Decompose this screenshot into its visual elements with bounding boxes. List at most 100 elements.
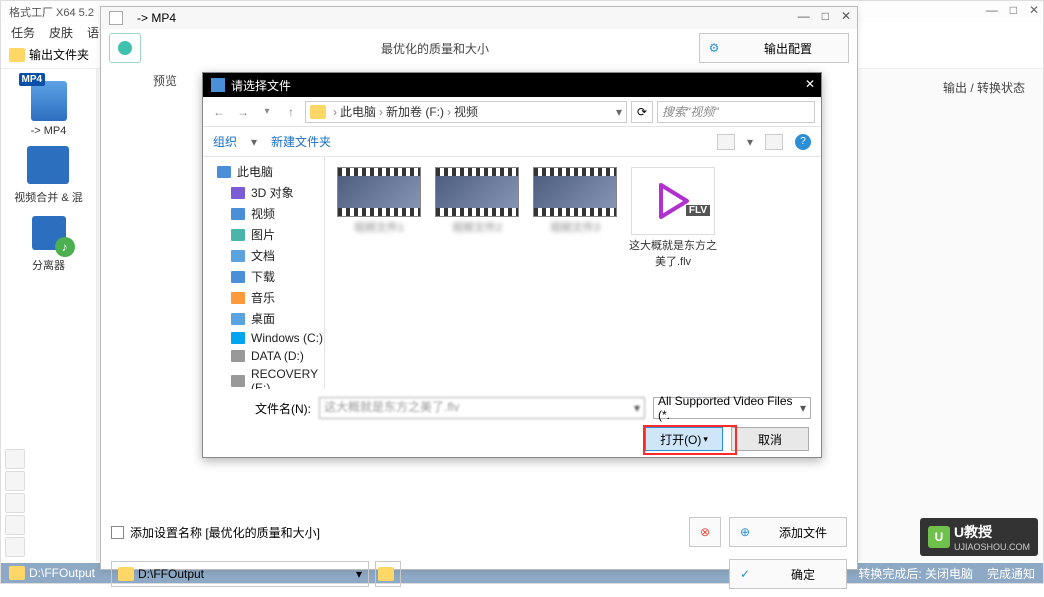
sidebar-item-merge[interactable]: 视频合并 & 混 [14,143,82,205]
folder-icon [310,105,326,119]
folder-icon [378,567,394,581]
sidebar-item-splitter[interactable]: ♪ 分离器 [25,211,73,273]
folder-icon [118,567,134,581]
output-folder-button[interactable]: 输出文件夹 [29,46,89,63]
remove-file-button[interactable]: ⊗ [689,517,721,547]
organize-button[interactable]: 组织 [213,133,237,150]
sidebar-item-disc[interactable] [25,279,73,323]
add-file-button[interactable]: ⊕ 添加文件 [729,517,847,547]
tree-item[interactable]: 桌面 [203,308,324,329]
path-bar[interactable]: › 此电脑 › 新加卷 (F:) › 视频 ▾ [305,101,627,123]
file-item[interactable]: 视频文件2 [433,167,521,269]
folder-tree: 此电脑3D 对象视频图片文档下载音乐桌面 Windows (C:) DATA (D:… [203,157,325,389]
tree-item-label: 音乐 [251,289,275,306]
menu-task[interactable]: 任务 [11,24,35,41]
back-arrow-icon[interactable]: ← [209,102,229,122]
tree-item[interactable]: 图片 [203,224,324,245]
tool-icon[interactable] [5,449,25,469]
breadcrumb-part[interactable]: 新加卷 (F:) [386,103,444,120]
add-settings-checkbox[interactable] [111,526,124,539]
output-path-value: D:\FFOutput [138,567,204,581]
open-button[interactable]: 打开(O) ▾ [645,427,723,451]
tree-item[interactable]: 音乐 [203,287,324,308]
watermark: U U教授 UJIAOSHOU.COM [920,518,1038,556]
folder-icon [9,566,25,580]
tree-item[interactable]: 3D 对象 [203,182,324,203]
view-mode-icon[interactable] [717,134,735,150]
search-input[interactable]: 搜索"视频" [657,101,815,123]
output-config-label: 输出配置 [728,40,848,57]
help-icon[interactable]: ? [795,134,811,150]
minimize-icon[interactable]: — [798,9,810,23]
folder-icon [9,48,25,62]
tree-item[interactable]: DATA (D:) [203,347,324,365]
mp4-badge: MP4 [19,73,46,86]
cancel-button[interactable]: 取消 [731,427,809,451]
add-icon: ⊕ [730,525,760,539]
status-notify: 完成通知 [987,565,1035,582]
dialog-title: 请选择文件 [231,77,291,94]
drive-icon [231,375,245,387]
ok-button[interactable]: ✓ 确定 [729,559,847,589]
tree-item-label: 桌面 [251,310,275,327]
file-item[interactable]: FLV这大概就是东方之美了.flv [629,167,717,269]
filename-input[interactable]: 这大概就是东方之美了.flv ▾ [319,397,645,419]
search-placeholder: 搜索"视频" [662,103,719,120]
breadcrumb-part[interactable]: 此电脑 [340,103,376,120]
tree-item-label: 视频 [251,205,275,222]
breadcrumb-part[interactable]: 视频 [454,103,478,120]
tree-item[interactable]: 视频 [203,203,324,224]
dl-icon [231,271,245,283]
tool-icon[interactable] [5,471,25,491]
file-item[interactable]: 视频文件3 [531,167,619,269]
browse-folder-button[interactable] [375,561,401,587]
tree-item[interactable]: 此电脑 [203,161,324,182]
up-arrow-icon[interactable]: ↑ [281,102,301,122]
check-icon: ✓ [730,567,760,581]
status-output-path[interactable]: D:\FFOutput [29,566,95,580]
win-icon [231,332,245,344]
tree-item-label: RECOVERY (E:) [251,367,324,389]
tool-icon[interactable] [5,493,25,513]
new-folder-button[interactable]: 新建文件夹 [271,133,331,150]
forward-arrow-icon[interactable]: → [233,102,253,122]
converter-title: -> MP4 [137,11,176,25]
file-item[interactable]: 视频文件1 [335,167,423,269]
doc-icon [231,250,245,262]
preview-pane-icon[interactable] [765,134,783,150]
close-icon[interactable]: ✕ [805,77,815,91]
close-icon[interactable]: ✕ [841,9,851,23]
maximize-icon[interactable]: □ [822,9,829,23]
tree-item[interactable]: Windows (C:) [203,329,324,347]
output-path-dropdown[interactable]: D:\FFOutput ▾ [111,561,369,587]
recent-dropdown-icon[interactable]: ▾ [257,102,277,122]
menu-skin[interactable]: 皮肤 [49,24,73,41]
output-config-button[interactable]: ⚙ 输出配置 [699,33,849,63]
filter-value: All Supported Video Files (*. [658,394,800,422]
mus-icon [231,292,245,304]
remove-icon: ⊗ [690,525,720,539]
filename-label: 文件名(N): [213,400,311,417]
tool-icon[interactable] [5,515,25,535]
tree-item[interactable]: 下载 [203,266,324,287]
tree-item-label: Windows (C:) [251,331,323,345]
desk-icon [231,313,245,325]
minimize-icon[interactable]: — [986,3,998,17]
refresh-button[interactable]: ⟳ [631,101,653,123]
convert-status-label: 输出 / 转换状态 [943,79,1025,96]
gear-icon: ⚙ [700,41,728,55]
close-icon[interactable]: ✕ [1029,3,1039,17]
dialog-toolbar: 组织 ▾ 新建文件夹 ▾ ? [203,127,821,157]
left-sidebar: MP4 -> MP4 视频合并 & 混 ♪ 分离器 [1,69,97,561]
tree-item[interactable]: RECOVERY (E:) [203,365,324,389]
sidebar-label: 视频合并 & 混 [14,189,82,205]
tool-icon[interactable] [5,537,25,557]
maximize-icon[interactable]: □ [1010,3,1017,17]
status-after-convert: 转换完成后: 关闭电脑 [858,565,973,582]
sidebar-item-mp4[interactable]: MP4 -> MP4 [25,79,73,137]
file-filter-select[interactable]: All Supported Video Files (*. ▾ [653,397,811,419]
tree-item[interactable]: 文档 [203,245,324,266]
main-title: 格式工厂 X64 5.2 [9,4,94,20]
tree-item-label: 文档 [251,247,275,264]
tree-item-label: 下载 [251,268,275,285]
